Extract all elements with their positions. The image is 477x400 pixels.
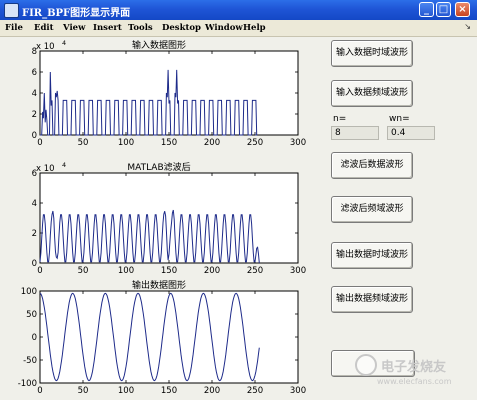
y-tick-label: 0 [32, 333, 37, 343]
filtered-freq-waveform-button[interactable]: 滤波后频域波形 [331, 196, 413, 223]
x-tick-label: 100 [118, 386, 134, 396]
axes-3-frame [39, 290, 299, 384]
y-tick-label: 100 [21, 287, 37, 297]
axes-3: 0 50 100 150 200 250 300 -100 -50 0 50 100 输出数据图形 [18, 279, 306, 396]
x-tick-label: 100 [118, 266, 134, 276]
x-tick-label: 200 [204, 386, 220, 396]
menu-help[interactable]: Help [243, 23, 266, 33]
menu-file[interactable]: File [5, 23, 23, 33]
x-tick-label: 50 [78, 386, 89, 396]
watermark: 电子发烧友 www.elecfans.com [355, 350, 475, 398]
y-tick-label: 2 [32, 229, 37, 239]
x-tick-label: 200 [204, 266, 220, 276]
axes-title: 输出数据图形 [132, 279, 186, 291]
y-tick-label: 0 [32, 131, 37, 141]
menu-desktop[interactable]: Desktop [162, 23, 201, 33]
axes-1: 0 50 100 150 200 250 30002468 x 10 4 输入数据图形 [32, 39, 307, 148]
x-tick-label: 200 [204, 138, 220, 148]
title-bar: FIR_BPF图形显示界面 _ □ × [0, 0, 477, 20]
x-tick-label: 300 [290, 266, 306, 276]
minimize-button[interactable]: _ [419, 2, 434, 17]
plots-canvas: 0 50 100 150 200 250 30002468 x 10 4 输入数据图形0 50 100… [18, 39, 307, 396]
x-tick-label: 50 [78, 138, 89, 148]
y-tick-label: -100 [18, 379, 37, 389]
menu-window[interactable]: Window [205, 23, 243, 33]
elecfans-logo-icon [355, 354, 377, 376]
axes-title: MATLAB滤波后 [127, 161, 190, 173]
input-freq-waveform-button[interactable]: 输入数据频域波形 [331, 80, 413, 107]
y-tick-label: 4 [32, 199, 37, 209]
filtered-data-waveform-button[interactable]: 滤波后数据波形 [331, 152, 413, 179]
exponent-power: 4 [62, 161, 66, 169]
x-tick-label: 250 [247, 386, 263, 396]
y-tick-label: 4 [32, 89, 37, 99]
y-tick-label: 6 [32, 68, 37, 78]
y-tick-label: 2 [32, 110, 37, 120]
menu-tools[interactable]: Tools [128, 23, 153, 33]
x-tick-label: 250 [247, 138, 263, 148]
output-freq-waveform-button[interactable]: 输出数据频域波形 [331, 286, 413, 313]
x-tick-label: 0 [37, 386, 42, 396]
x-tick-label: 50 [78, 266, 89, 276]
x-tick-label: 250 [247, 266, 263, 276]
menu-bar: File Edit View Insert Tools Desktop Wind… [0, 20, 477, 37]
exponent-label: x 10 [36, 164, 55, 174]
output-time-waveform-button[interactable]: 输出数据时域波形 [331, 242, 413, 269]
watermark-text: 电子发烧友 [381, 360, 447, 375]
menu-insert[interactable]: Insert [93, 23, 122, 33]
window-title: FIR_BPF图形显示界面 [22, 8, 131, 19]
x-tick-label: 150 [161, 266, 177, 276]
menu-overflow-arrow-icon[interactable]: ↘ [464, 22, 471, 31]
maximize-button[interactable]: □ [436, 2, 451, 17]
wn-field[interactable]: 0.4 [387, 126, 435, 140]
n-field[interactable]: 8 [331, 126, 379, 140]
n-label: n= [333, 114, 347, 124]
y-tick-label: 0 [32, 259, 37, 269]
exponent-power: 4 [62, 39, 66, 47]
x-tick-label: 300 [290, 386, 306, 396]
menu-view[interactable]: View [63, 23, 85, 33]
x-tick-label: 300 [290, 138, 306, 148]
x-tick-label: 0 [37, 138, 42, 148]
x-tick-label: 100 [118, 138, 134, 148]
x-tick-label: 0 [37, 266, 42, 276]
matlab-figure-icon [4, 3, 19, 18]
axes-2: 0 50 100 150 200 250 3000246 x 10 4 MATLAB滤波后 [32, 161, 307, 276]
axes-title: 输入数据图形 [132, 39, 186, 51]
y-tick-label: -50 [23, 356, 37, 366]
wn-label: wn= [389, 114, 410, 124]
close-button[interactable]: × [455, 2, 470, 17]
input-time-waveform-button[interactable]: 输入数据时域波形 [331, 40, 413, 67]
x-tick-label: 150 [161, 386, 177, 396]
y-tick-label: 50 [26, 310, 37, 320]
watermark-url: www.elecfans.com [377, 377, 452, 386]
x-tick-label: 150 [161, 138, 177, 148]
menu-edit[interactable]: Edit [34, 23, 54, 33]
exponent-label: x 10 [36, 42, 55, 52]
